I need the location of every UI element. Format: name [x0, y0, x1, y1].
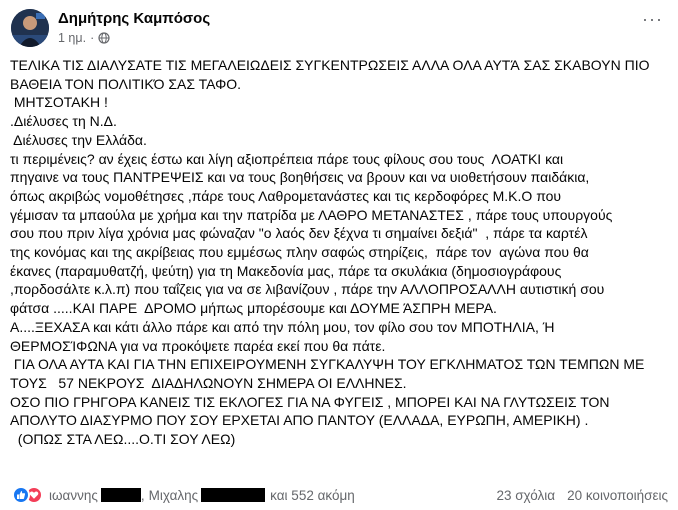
comments-count[interactable]: 23 σχόλια: [496, 488, 555, 503]
engagement-counts: 23 σχόλια 20 κοινοποιήσεις: [496, 488, 668, 503]
post-meta: 1 ημ. ·: [58, 31, 110, 45]
post-text-line: ΤΟΥΣ 57 ΝΕΚΡΟΥΣ ΔΙΑΔΗΛΩΝΟΥΝ ΣΗΜΕΡΑ ΟΙ ΕΛ…: [10, 374, 407, 391]
post-text-line: Α....ΞΕΧΑΣΑ και κάτι άλλο πάρε και από τ…: [10, 318, 555, 335]
post-text-line: .Διέλυσες τη Ν.Δ.: [10, 113, 117, 130]
author-name[interactable]: Δημήτρης Καμπόσος: [58, 10, 210, 27]
post-text-line: ΟΣΟ ΠΙΟ ΓΡΗΓΟΡΑ ΚΑΝΕΙΣ ΤΙΣ ΕΚΛΟΓΕΣ ΓΙΑ Ν…: [10, 393, 610, 410]
more-options-icon[interactable]: ···: [642, 10, 663, 28]
post-text-line: ΘΕΡΜΟΣΊΦΩΝΑ για να προκόψετε παρέα εκεί …: [10, 337, 386, 354]
redaction-bar: [201, 488, 266, 502]
shares-count[interactable]: 20 κοινοποιήσεις: [567, 488, 668, 503]
reactions-count[interactable]: και 552 ακόμη: [270, 488, 355, 503]
reactions-bar: ιωαννης , Μιχαλης και 552 ακόμη 23 σχόλι…: [12, 484, 668, 506]
post-text-line: πηγαινε να τους ΠΑΝΤΡΕΨΕΙΣ και να τους β…: [10, 169, 590, 186]
post-text-line: φάτσα .....ΚΑΙ ΠΑΡΕ ΔΡΟΜΟ μήπως μπορέσου…: [10, 300, 497, 317]
post-text-line: γέμισαν τα μπαούλα με χρήμα και την πατρ…: [10, 206, 613, 223]
post-body: ΤΕΛΙΚΑ ΤΙΣ ΔΙΑΛΥΣΑΤΕ ΤΙΣ ΜΕΓΑΛΕΙΩΔΕΙΣ ΣΥ…: [10, 56, 670, 449]
post-text-line: ΜΗΤΣΟΤΑΚΗ !: [10, 94, 108, 111]
post-text-line: της κονόμας και της ακρίβειας που εμμέσω…: [10, 244, 589, 261]
redaction-bar: [100, 488, 141, 502]
post-text-line: έκανες (παραμυθατζή, ψεύτη) για τη Μακεδ…: [10, 262, 562, 279]
reactor-name-1[interactable]: ιωαννης: [49, 488, 98, 503]
post-text-line: ΑΠΟΛΥΤΟ ΔΙΑΣΥΡΜΟ ΠΟΥ ΣΟΥ ΕΡΧΕΤΑΙ ΑΠΟ ΠΑΝ…: [10, 412, 589, 429]
reactor-name-2[interactable]: Μιχαλης: [149, 488, 199, 503]
like-reaction-icon[interactable]: [12, 486, 30, 504]
post-text-line: Διέλυσες την Ελλάδα.: [10, 131, 147, 148]
post-text-line: ΤΕΛΙΚΑ ΤΙΣ ΔΙΑΛΥΣΑΤΕ ΤΙΣ ΜΕΓΑΛΕΙΩΔΕΙΣ ΣΥ…: [10, 57, 650, 73]
separator: ,: [140, 487, 145, 503]
facebook-post: Δημήτρης Καμπόσος 1 ημ. · ··· ΤΕΛΙΚΑ ΤΙΣ…: [0, 0, 678, 510]
post-text-line: ,πορδοσάλτε κ.λ.π) που ταΐζεις για να σε…: [10, 281, 605, 298]
post-text-line: σου που πριν λίγα χρόνια μας φώναζαν "ο …: [10, 225, 588, 242]
globe-icon[interactable]: [98, 32, 110, 44]
post-text-line: όπως ακριβώς νομοθέτησες ,πάρε τους Λαθρ…: [10, 187, 562, 204]
post-time[interactable]: 1 ημ.: [58, 31, 86, 45]
post-text-line: (ΟΠΩΣ ΣΤΑ ΛΕΩ....Ο.ΤΙ ΣΟΥ ΛΕΩ): [10, 431, 236, 448]
post-text-line: ΒΑΘΕΙΑ ΤΟΝ ΠΟΛΙΤΙΚΌ ΣΑΣ ΤΑΦΟ.: [10, 75, 242, 92]
post-text-line: τι περιμένεις? αν έχεις έστω και λίγη αξ…: [10, 150, 564, 167]
author-avatar[interactable]: [11, 9, 49, 47]
post-text-line: ΓΙΑ ΟΛΑ ΑΥΤΑ ΚΑΙ ΓΙΑ ΤΗΝ ΕΠΙΧΕΙΡΟΥΜΕΝΗ Σ…: [10, 356, 645, 373]
